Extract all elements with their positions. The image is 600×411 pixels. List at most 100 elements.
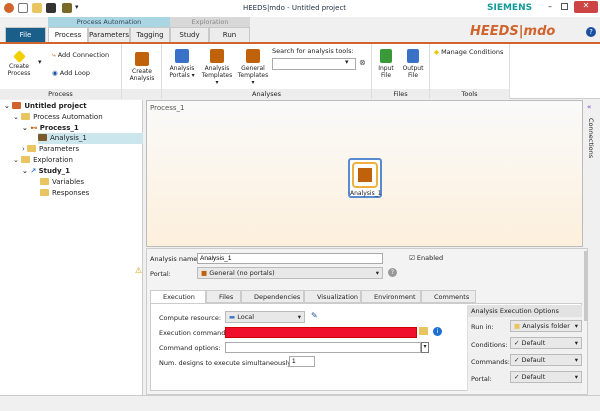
tree-item-exploration[interactable]: ⌄ Exploration xyxy=(13,155,73,166)
conditions-dropdown[interactable]: ✓ Default xyxy=(510,337,582,349)
compute-label: Compute resource: xyxy=(159,314,222,322)
analysis-name-input[interactable] xyxy=(197,253,383,264)
ribbon: Create Process ▾ ⤷ Add Connection ◉ Add … xyxy=(0,42,600,99)
num-designs-label: Num. designs to execute simultaneously: xyxy=(159,359,293,367)
commands-dropdown[interactable]: ✓ Default xyxy=(510,354,582,366)
edit-icon[interactable]: ✎ xyxy=(311,311,318,320)
info-icon[interactable]: i xyxy=(433,327,442,336)
tab-environment[interactable]: Environment xyxy=(361,290,421,303)
chevron-down-icon[interactable]: ▾ xyxy=(345,58,349,66)
connections-label: Connections xyxy=(587,118,595,159)
group-label: Process xyxy=(0,89,121,99)
project-tree: ⌄ Untitled project ⌄ Process Automation … xyxy=(0,100,143,395)
chevron-down-icon[interactable]: ▾ xyxy=(75,3,79,11)
create-process-button[interactable]: Create Process xyxy=(4,50,34,77)
portal-option-dropdown[interactable]: ✓ Default xyxy=(510,371,582,383)
group-analyses: Analysis Portals ▾ Analysis Templates ▾ … xyxy=(162,44,372,99)
chevron-down-icon[interactable]: ▾ xyxy=(38,58,42,66)
help-icon[interactable]: ? xyxy=(586,27,596,37)
tree-item-analysis[interactable]: Analysis_1 xyxy=(38,133,143,144)
add-loop-button[interactable]: ◉ Add Loop xyxy=(52,70,90,77)
tree-item-process-automation[interactable]: ⌄ Process Automation xyxy=(13,112,103,123)
save-icon[interactable] xyxy=(46,3,56,13)
minimize-button[interactable]: – xyxy=(548,2,552,11)
analysis-templates-button[interactable]: Analysis Templates ▾ xyxy=(200,49,234,86)
group-files: Input File Output File Files xyxy=(372,44,430,99)
tree-item-responses[interactable]: Responses xyxy=(40,188,89,199)
status-bar xyxy=(0,395,600,411)
tab-study[interactable]: Study xyxy=(170,27,209,42)
enabled-checkbox[interactable]: ☑ Enabled xyxy=(409,254,443,262)
tree-item-parameters[interactable]: › Parameters xyxy=(22,144,79,155)
create-analysis-button[interactable]: Create Analysis xyxy=(126,52,158,82)
analysis-node[interactable]: Analysis_1 xyxy=(348,158,382,198)
compute-resource-dropdown[interactable]: ▬ Local xyxy=(225,311,305,323)
open-icon[interactable] xyxy=(32,3,42,13)
group-tools: ◆ Manage Conditions Tools xyxy=(430,44,510,99)
group-label: Analyses xyxy=(162,89,371,99)
group-label: Tools xyxy=(430,89,509,99)
commands-label: Commands: xyxy=(471,358,510,366)
tab-files[interactable]: Files xyxy=(206,290,241,303)
tab-execution[interactable]: Execution xyxy=(150,290,206,303)
tab-dependencies[interactable]: Dependencies xyxy=(241,290,304,303)
canvas-title: Process_1 xyxy=(150,104,185,112)
group-label: Files xyxy=(372,89,429,99)
browse-folder-icon[interactable] xyxy=(419,327,428,335)
maximize-button[interactable] xyxy=(561,3,568,10)
group-process: Create Process ▾ ⤷ Add Connection ◉ Add … xyxy=(0,44,122,99)
group-create-analysis: Create Analysis xyxy=(122,44,162,99)
tab-run[interactable]: Run xyxy=(209,27,250,42)
tab-parameters[interactable]: Parameters xyxy=(88,27,130,42)
options-title: Analysis Execution Options xyxy=(468,305,582,317)
tab-process[interactable]: Process xyxy=(48,27,88,42)
tab-comments[interactable]: Comments xyxy=(421,290,476,303)
tab-visualization[interactable]: Visualization xyxy=(304,290,361,303)
general-templates-button[interactable]: General Templates ▾ xyxy=(236,49,270,86)
scrollbar[interactable] xyxy=(584,251,588,321)
clear-search-icon[interactable]: ⊗ xyxy=(359,58,366,67)
heeds-logo: HEEDS|mdo xyxy=(470,24,556,39)
conditions-label: Conditions: xyxy=(471,341,508,349)
app-icon xyxy=(4,3,14,13)
run-in-label: Run in: xyxy=(471,323,494,331)
warning-icon: ⚠ xyxy=(135,266,143,275)
add-connection-button[interactable]: ⤷ Add Connection xyxy=(52,52,109,59)
siemens-logo: SIEMENS xyxy=(487,3,533,13)
search-input[interactable] xyxy=(272,58,356,70)
run-icon[interactable] xyxy=(62,3,72,13)
output-file-button[interactable]: Output File xyxy=(400,49,426,79)
analysis-properties-panel: Analysis name: ☑ Enabled Portal: ■ Gener… xyxy=(146,248,588,395)
tree-item-root[interactable]: ⌄ Untitled project xyxy=(4,101,87,112)
node-label: Analysis_1 xyxy=(350,190,382,197)
process-canvas[interactable]: Process_1 Analysis_1 xyxy=(146,100,583,247)
collapse-icon[interactable]: « xyxy=(587,103,591,111)
context-exploration: Exploration xyxy=(170,17,250,27)
execution-options: Analysis Execution Options Run in: ■ Ana… xyxy=(467,305,582,391)
new-icon[interactable] xyxy=(18,3,28,13)
exec-command-label: Execution command: xyxy=(159,329,228,337)
analysis-portals-button[interactable]: Analysis Portals ▾ xyxy=(166,49,198,79)
name-label: Analysis name: xyxy=(150,255,200,263)
tab-tagging[interactable]: Tagging xyxy=(130,27,170,42)
command-options-label: Command options: xyxy=(159,344,221,352)
execution-command-input[interactable] xyxy=(225,327,417,338)
command-options-input[interactable] xyxy=(225,342,421,353)
portal-option-label: Portal: xyxy=(471,375,492,383)
search-label: Search for analysis tools: xyxy=(272,47,354,55)
portal-dropdown[interactable]: ■ General (no portals) xyxy=(197,267,383,279)
tab-file[interactable]: File xyxy=(5,27,46,42)
close-button[interactable]: ✕ xyxy=(574,1,598,13)
portal-label: Portal: xyxy=(150,270,171,278)
chevron-down-icon[interactable]: ▾ xyxy=(421,342,429,353)
manage-conditions-button[interactable]: ◆ Manage Conditions xyxy=(434,49,503,56)
input-file-button[interactable]: Input File xyxy=(374,49,398,79)
context-process-automation: Process Automation xyxy=(48,17,170,27)
tree-item-variables[interactable]: Variables xyxy=(40,177,84,188)
tree-item-study[interactable]: ⌄ ↗ Study_1 xyxy=(22,166,70,177)
help-icon[interactable]: ? xyxy=(388,268,397,277)
window-title: HEEDS|mdo - Untitled project xyxy=(243,4,347,12)
title-bar: ▾ HEEDS|mdo - Untitled project SIEMENS –… xyxy=(0,0,600,17)
num-designs-input[interactable] xyxy=(289,356,315,367)
run-in-dropdown[interactable]: ■ Analysis folder xyxy=(510,320,582,332)
